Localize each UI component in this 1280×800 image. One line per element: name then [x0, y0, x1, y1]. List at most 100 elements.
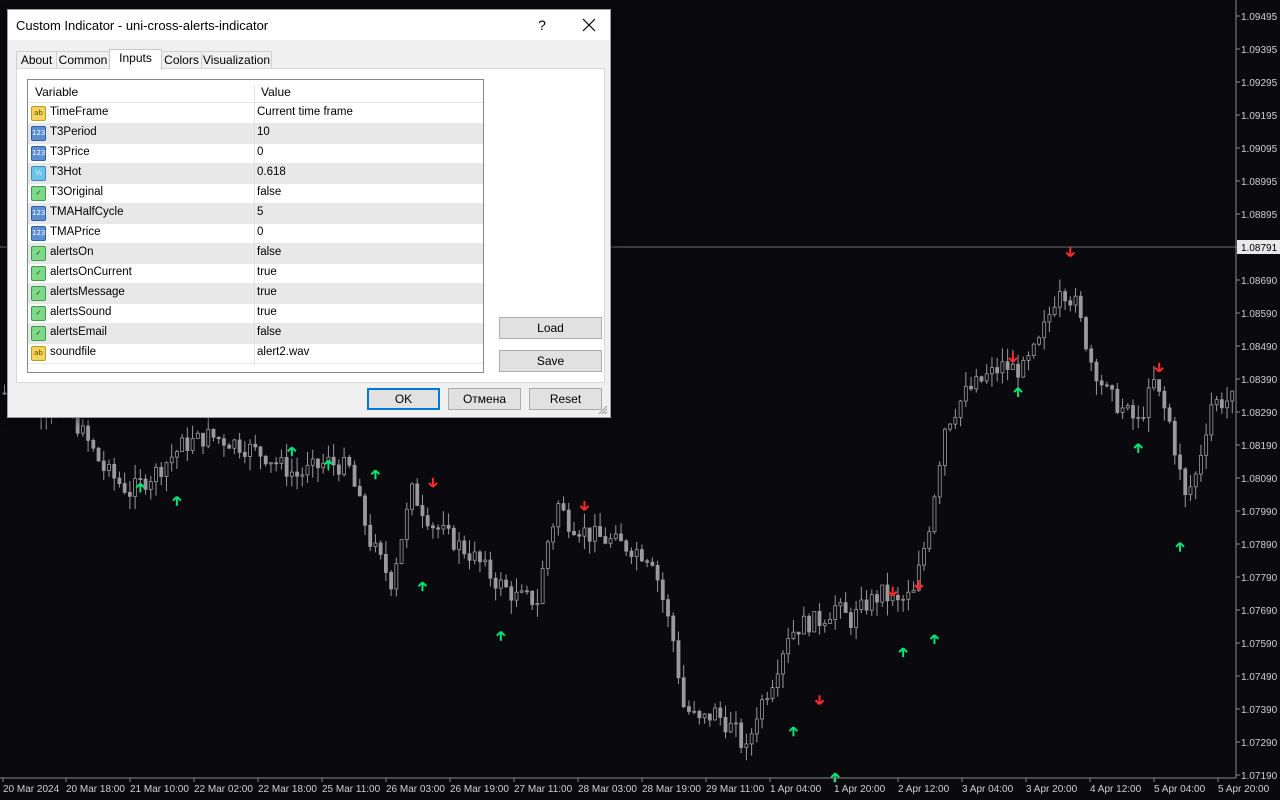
input-value[interactable]: false: [257, 246, 281, 258]
reset-button[interactable]: Reset: [529, 388, 602, 410]
string-type-icon: ab: [31, 106, 46, 121]
price-label: 1.07790: [1241, 573, 1278, 584]
cell-separator: [254, 263, 255, 283]
input-row-t3price[interactable]: 123 T3Price 0: [28, 143, 483, 164]
input-variable-name: soundfile: [50, 346, 97, 358]
candle-body: [159, 466, 164, 477]
candle-body: [890, 594, 895, 602]
candle-body: [232, 439, 237, 449]
candle-body: [655, 564, 660, 581]
dialog-title: Custom Indicator - uni-cross-alerts-indi…: [16, 18, 269, 33]
candle-body: [702, 713, 707, 719]
candle-body: [1209, 404, 1214, 436]
tab-inputs[interactable]: Inputs: [109, 49, 162, 70]
close-button[interactable]: [574, 12, 604, 38]
input-row-alertsmessage[interactable]: ✓ alertsMessage true: [28, 283, 483, 304]
time-label: 2 Apr 12:00: [898, 784, 950, 795]
price-label: 1.08590: [1241, 309, 1278, 320]
candle-body: [582, 527, 587, 537]
cell-separator: [254, 223, 255, 243]
input-row-alertson[interactable]: ✓ alertsOn false: [28, 243, 483, 264]
input-variable-name: alertsEmail: [50, 326, 107, 338]
input-row-t3hot[interactable]: ½ T3Hot 0.618: [28, 163, 483, 184]
time-label: 28 Mar 19:00: [642, 784, 701, 795]
candle-body: [143, 478, 148, 490]
candle-body: [195, 432, 200, 439]
candle-body: [838, 602, 843, 607]
resize-grip-icon[interactable]: [598, 405, 608, 415]
candle-body: [1063, 291, 1067, 302]
input-row-alertssound[interactable]: ✓ alertsSound true: [28, 303, 483, 324]
close-icon: [582, 18, 596, 32]
input-variable-name: alertsMessage: [50, 286, 125, 298]
candle-body: [91, 439, 96, 449]
title-bar[interactable]: Custom Indicator - uni-cross-alerts-indi…: [8, 10, 610, 40]
candle-body: [937, 465, 942, 498]
input-value[interactable]: 5: [257, 206, 263, 218]
input-value[interactable]: alert2.wav: [257, 346, 309, 358]
candle-body: [1042, 321, 1047, 339]
candle-body: [148, 481, 153, 490]
ok-button[interactable]: OK: [367, 388, 440, 410]
input-value[interactable]: false: [257, 326, 281, 338]
input-value[interactable]: false: [257, 186, 281, 198]
candle-body: [425, 515, 430, 527]
candle-body: [1099, 380, 1104, 386]
inputs-grid[interactable]: Variable Value ab TimeFrame Current time f…: [27, 79, 484, 373]
input-row-timeframe[interactable]: ab TimeFrame Current time frame: [28, 103, 483, 124]
input-value[interactable]: 0: [257, 146, 263, 158]
candle-body: [723, 717, 728, 733]
candle-body: [493, 577, 498, 589]
cell-separator: [254, 163, 255, 183]
candle-body: [122, 483, 127, 493]
input-row-alertsemail[interactable]: ✓ alertsEmail false: [28, 323, 483, 344]
candle-body: [336, 464, 341, 475]
price-label: 1.08190: [1241, 441, 1278, 452]
tab-visualization[interactable]: Visualization: [201, 51, 272, 69]
candle-body: [457, 540, 461, 550]
candle-body: [598, 526, 603, 537]
candle-body: [1016, 363, 1020, 378]
input-value[interactable]: Current time frame: [257, 106, 353, 118]
input-value[interactable]: true: [257, 266, 277, 278]
input-row-soundfile[interactable]: ab soundfile alert2.wav: [28, 343, 483, 364]
candle-body: [1068, 300, 1073, 306]
input-row-alertsoncurrent[interactable]: ✓ alertsOnCurrent true: [28, 263, 483, 284]
candle-body: [587, 527, 592, 542]
price-label: 1.08895: [1241, 210, 1278, 221]
time-label: 20 Mar 18:00: [66, 784, 125, 795]
candle-body: [775, 673, 780, 688]
tab-about[interactable]: About: [16, 51, 57, 69]
price-label: 1.07590: [1241, 639, 1278, 650]
input-value[interactable]: true: [257, 286, 277, 298]
candle-body: [446, 524, 451, 529]
input-value[interactable]: 10: [257, 126, 270, 138]
column-header-variable[interactable]: Variable: [35, 85, 78, 99]
candle-body: [530, 590, 535, 606]
help-button[interactable]: ?: [534, 13, 550, 37]
candle-body: [812, 611, 817, 633]
cancel-button[interactable]: Отмена: [448, 388, 521, 410]
candle-body: [786, 638, 791, 655]
candle-body: [561, 503, 566, 511]
time-label: 20 Mar 2024: [3, 784, 60, 795]
candle-body: [958, 400, 963, 418]
integer-type-icon: 123: [31, 226, 46, 241]
cell-separator: [254, 143, 255, 163]
input-row-t3period[interactable]: 123 T3Period 10: [28, 123, 483, 144]
input-row-tmaprice[interactable]: 123 TMAPrice 0: [28, 223, 483, 244]
tab-colors[interactable]: Colors: [161, 51, 202, 69]
column-header-value[interactable]: Value: [261, 85, 291, 99]
tab-common[interactable]: Common: [56, 51, 110, 69]
load-button[interactable]: Load: [499, 317, 602, 339]
candle-body: [519, 590, 524, 593]
input-value[interactable]: 0.618: [257, 166, 286, 178]
save-button[interactable]: Save: [499, 350, 602, 372]
candle-body: [854, 609, 859, 628]
candle-body: [619, 533, 623, 542]
candle-body: [681, 677, 686, 708]
input-value[interactable]: true: [257, 306, 277, 318]
input-value[interactable]: 0: [257, 226, 263, 238]
input-row-t3original[interactable]: ✓ T3Original false: [28, 183, 483, 204]
input-row-tmahalfcycle[interactable]: 123 TMAHalfCycle 5: [28, 203, 483, 224]
